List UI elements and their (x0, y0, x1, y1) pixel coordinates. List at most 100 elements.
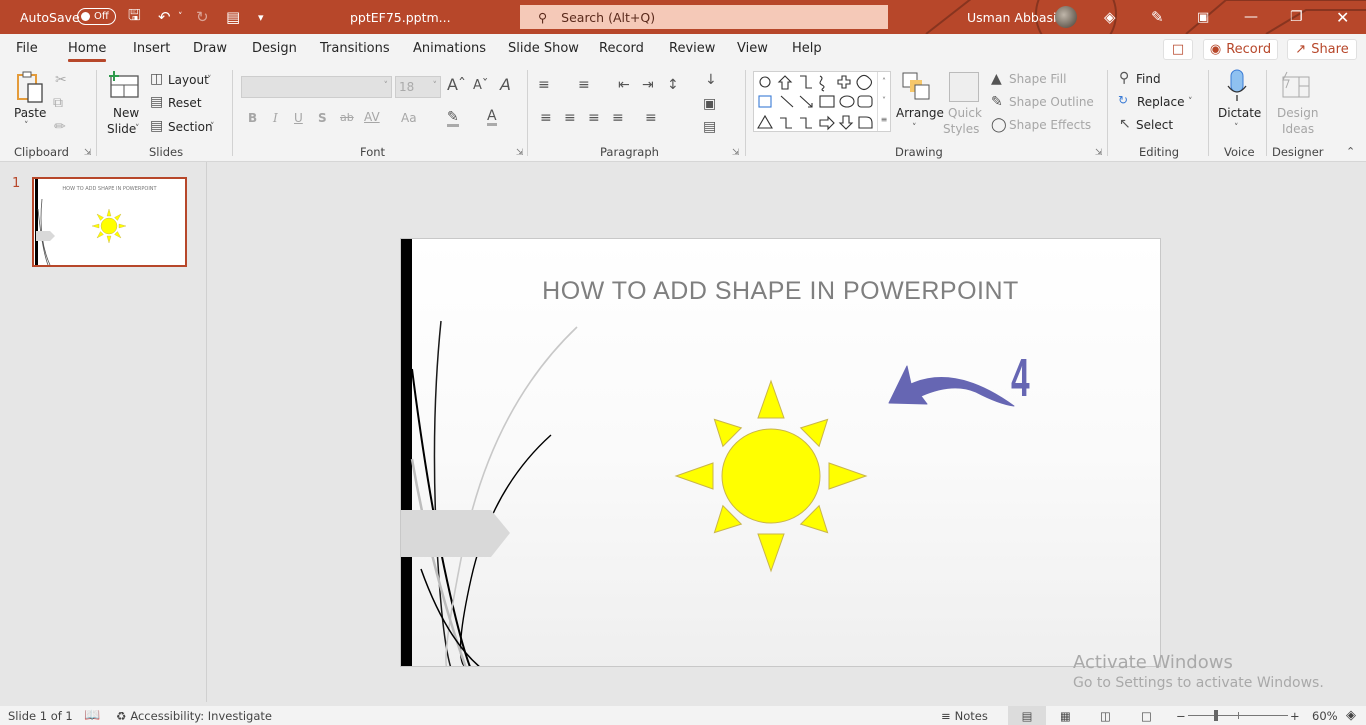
shapes-gallery[interactable]: ˄ ˅ ≡ (753, 71, 891, 132)
autosave-toggle[interactable]: Off (77, 8, 116, 25)
fit-slide-icon[interactable]: ◈ (1346, 706, 1356, 725)
increase-font-size-icon[interactable]: Aˆ (447, 77, 466, 93)
justify-icon[interactable]: ≡ (612, 111, 624, 125)
ribbon-display-icon[interactable]: ▣ (1197, 0, 1209, 34)
restore-icon[interactable]: ❐ (1290, 0, 1303, 34)
text-direction-icon[interactable]: ↓ (705, 73, 717, 87)
zoom-slider[interactable] (1188, 710, 1288, 721)
font-name-input[interactable]: ˅ (241, 76, 392, 98)
present-from-start-icon[interactable]: ▤ (226, 0, 240, 34)
text-shadow-button[interactable]: S (318, 111, 327, 125)
align-right-icon[interactable]: ≡ (588, 111, 600, 125)
tab-home[interactable]: Home (68, 34, 107, 64)
italic-button[interactable]: I (273, 111, 278, 125)
microphone-icon (1227, 69, 1247, 101)
pen-icon[interactable]: ✎ (1151, 0, 1164, 34)
select-icon: ↖ (1119, 116, 1131, 132)
replace-dropdown-icon: ˅ (1188, 97, 1193, 107)
zoom-in-icon[interactable]: + (1290, 706, 1300, 725)
bullets-icon[interactable]: ≡ (538, 78, 550, 92)
decrease-indent-icon[interactable]: ⇤ (618, 78, 630, 92)
font-launcher-icon[interactable]: ⇲ (516, 148, 524, 158)
search-box[interactable]: ⚲ Search (Alt+Q) (520, 5, 888, 29)
underline-button[interactable]: U (294, 111, 303, 125)
font-color-icon[interactable]: A (487, 109, 497, 126)
shape-effects-label: Shape Effects (1009, 118, 1092, 132)
drawing-launcher-icon[interactable]: ⇲ (1095, 148, 1103, 158)
tab-transitions[interactable]: Transitions (320, 34, 390, 64)
slide-canvas[interactable]: HOW TO ADD SHAPE IN POWERPOINT 4 (400, 238, 1161, 667)
slide-sorter-icon[interactable]: ▦ (1060, 706, 1071, 725)
redo-icon[interactable]: ↻ (196, 0, 209, 34)
font-size-input[interactable]: 18 ˅ (395, 76, 441, 98)
columns-icon[interactable]: ≡ (645, 111, 657, 125)
line-spacing-icon[interactable]: ↕ (667, 78, 679, 92)
tab-slide-show[interactable]: Slide Show (508, 34, 579, 64)
tab-record[interactable]: Record (599, 34, 644, 64)
reading-view-icon[interactable]: ◫ (1100, 706, 1111, 725)
increase-indent-icon[interactable]: ⇥ (642, 78, 654, 92)
paragraph-launcher-icon[interactable]: ⇲ (732, 148, 740, 158)
tab-help[interactable]: Help (792, 34, 822, 64)
premium-diamond-icon[interactable]: ◈ (1104, 0, 1116, 34)
collapse-ribbon-icon[interactable]: ⌃ (1346, 146, 1355, 157)
gallery-scroll[interactable]: ˄ ˅ ≡ (877, 72, 890, 131)
copy-icon[interactable]: ⧉ (53, 96, 63, 110)
strikethrough-button[interactable]: ab (340, 111, 354, 124)
zoom-slider-thumb[interactable] (1213, 710, 1218, 721)
clear-formatting-icon[interactable]: A (500, 77, 511, 93)
tab-review[interactable]: Review (669, 34, 715, 64)
normal-view-icon[interactable]: ▤ (1008, 706, 1046, 725)
tab-insert[interactable]: Insert (133, 34, 170, 64)
font-size-dropdown-icon[interactable]: ˅ (433, 81, 438, 91)
avatar[interactable] (1055, 6, 1077, 28)
customize-qat-icon[interactable]: ▾ (258, 0, 264, 34)
numbering-icon[interactable]: ≡ (578, 78, 590, 92)
voice-group-label: Voice (1224, 145, 1255, 159)
save-icon[interactable]: 🖫 (128, 0, 141, 34)
minimize-icon[interactable]: — (1244, 0, 1258, 34)
thumbnail-number: 1 (12, 176, 21, 191)
tab-animations[interactable]: Animations (413, 34, 486, 64)
tab-file[interactable]: File (16, 34, 38, 64)
share-button[interactable]: ↗ Share (1287, 39, 1357, 60)
undo-icon[interactable]: ↶ (158, 0, 171, 34)
close-icon[interactable]: ✕ (1336, 0, 1349, 34)
slide-show-icon[interactable]: □ (1141, 706, 1152, 725)
align-left-icon[interactable]: ≡ (540, 111, 552, 125)
comments-button[interactable]: □ (1163, 39, 1193, 60)
clipboard-launcher-icon[interactable]: ⇲ (84, 148, 92, 158)
change-case-button[interactable]: Aa (401, 111, 417, 125)
tab-design[interactable]: Design (252, 34, 297, 64)
tab-draw[interactable]: Draw (193, 34, 227, 64)
comment-icon: □ (1171, 42, 1185, 57)
convert-smartart-icon[interactable]: ▤ (703, 120, 716, 134)
spelling-check-icon[interactable]: 📖 (84, 706, 100, 725)
sun-ray (828, 462, 868, 490)
zoom-out-icon[interactable]: − (1176, 706, 1186, 725)
sun-shape[interactable] (661, 369, 881, 589)
slide-thumbnail[interactable]: HOW TO ADD SHAPE IN POWERPOINT (32, 177, 187, 267)
notes-label: Notes (954, 708, 988, 723)
new-slide-dropdown-icon: ˅ (135, 124, 140, 134)
tab-view[interactable]: View (737, 34, 768, 64)
font-name-dropdown-icon[interactable]: ˅ (384, 81, 389, 91)
align-text-icon[interactable]: ▣ (703, 97, 716, 111)
accessibility-button[interactable]: ♻ Accessibility: Investigate (116, 706, 272, 725)
highlight-color-icon[interactable]: ✎ (447, 110, 459, 127)
bold-button[interactable]: B (248, 111, 257, 125)
user-name[interactable]: Usman Abbasi (967, 0, 1056, 34)
undo-dropdown-icon[interactable]: ˅ (178, 0, 183, 34)
activate-windows-watermark: Activate Windows Go to Settings to activ… (1073, 652, 1324, 691)
record-button[interactable]: ◉ Record (1203, 39, 1278, 60)
zoom-level[interactable]: 60% (1312, 706, 1338, 725)
pentagon-arrow-shape[interactable] (401, 510, 510, 557)
cut-icon[interactable]: ✂ (55, 73, 67, 87)
decrease-font-size-icon[interactable]: Aˇ (473, 79, 488, 92)
align-center-icon[interactable]: ≡ (564, 111, 576, 125)
slide-title[interactable]: HOW TO ADD SHAPE IN POWERPOINT (401, 277, 1160, 306)
notes-button[interactable]: ≡ Notes (941, 706, 988, 725)
ribbon-tabs: File Home Insert Draw Design Transitions… (0, 34, 1366, 64)
character-spacing-button[interactable]: AV (364, 110, 380, 124)
format-painter-icon[interactable]: ✏ (54, 120, 66, 134)
